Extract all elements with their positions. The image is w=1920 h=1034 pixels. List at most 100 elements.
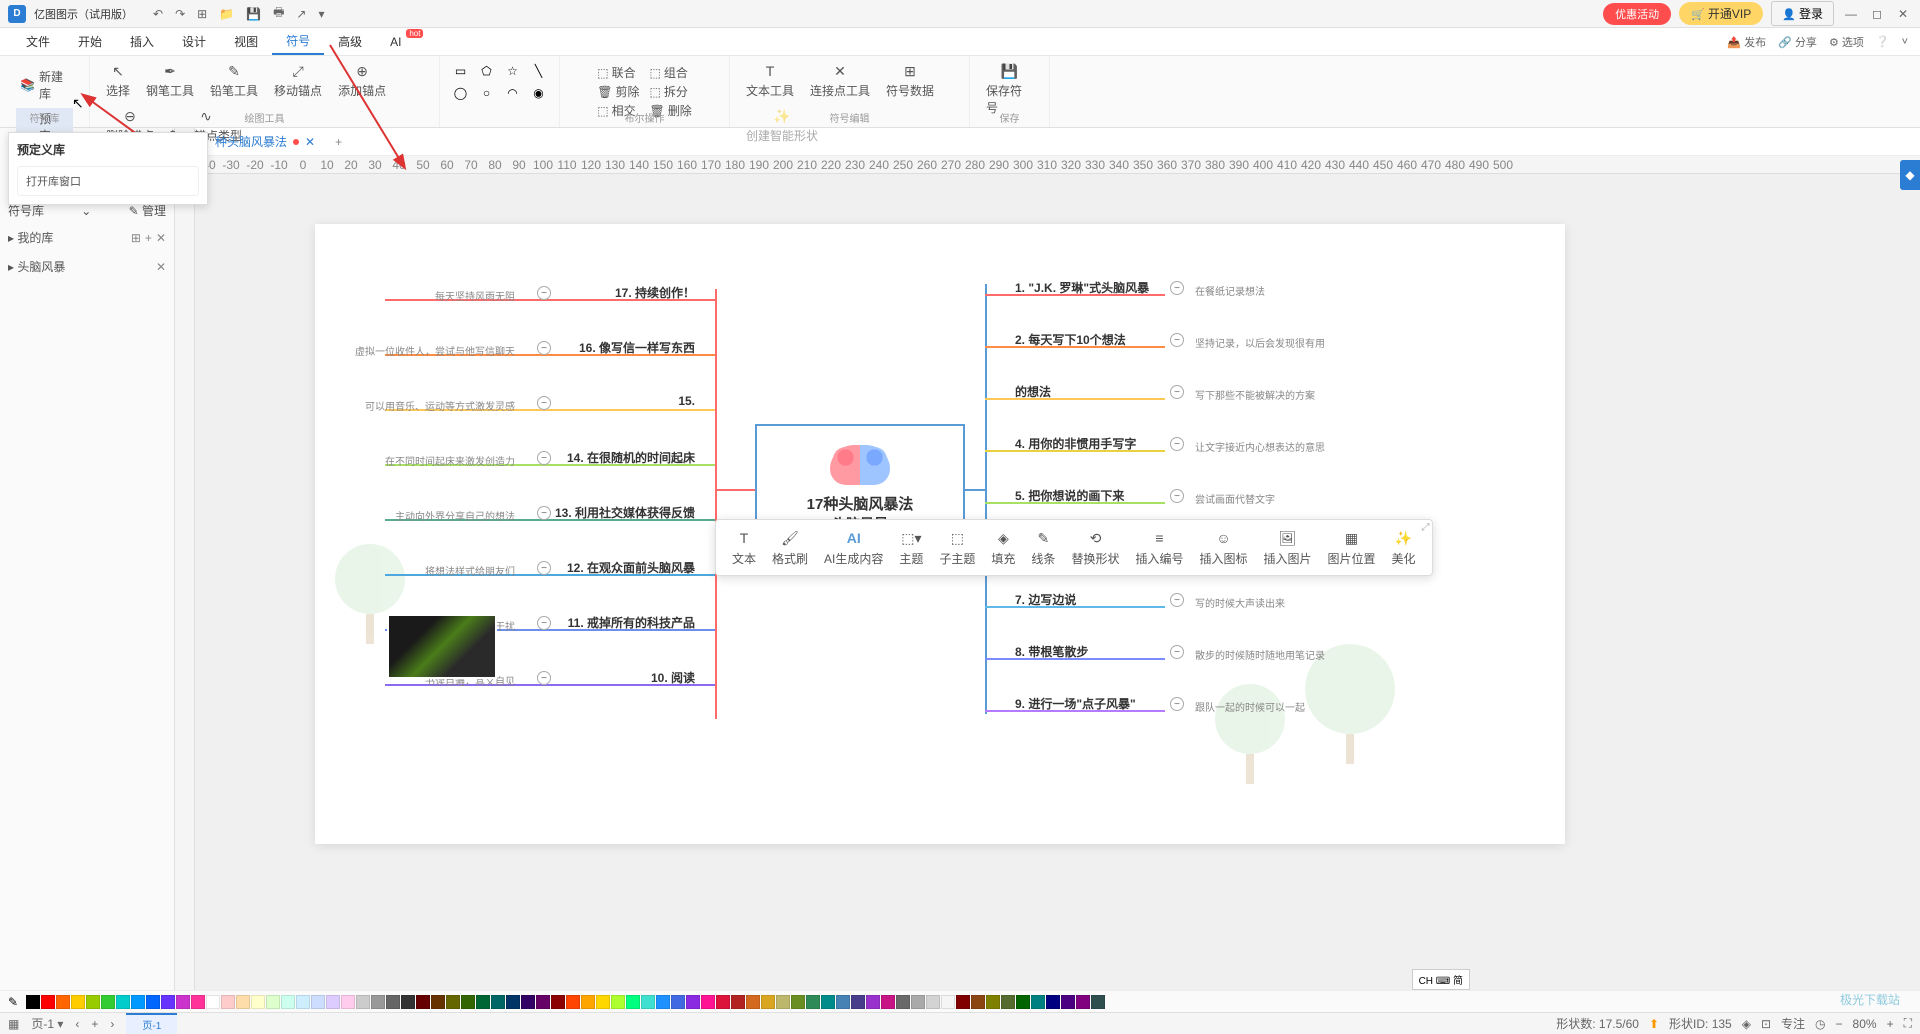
bool-combine[interactable]: ⬚ 组合	[650, 64, 692, 81]
shape-arc[interactable]: ◠	[502, 84, 524, 102]
color-swatch[interactable]	[701, 995, 715, 1009]
color-swatch[interactable]	[266, 995, 280, 1009]
lib-plus-icon[interactable]: +	[145, 231, 152, 245]
menu-start[interactable]: 开始	[64, 29, 116, 54]
color-swatch[interactable]	[1076, 995, 1090, 1009]
color-swatch[interactable]	[326, 995, 340, 1009]
ft-theme[interactable]: ⬚▾主题	[891, 524, 931, 571]
ft-subtopic[interactable]: ⬚子主题	[931, 524, 983, 571]
mindmap-node[interactable]: 15.	[678, 394, 695, 408]
collapse-icon[interactable]: −	[537, 451, 551, 465]
canvas-area[interactable]: 17种头脑风暴法 头脑风暴 17. 持续创作！−每天坚持风雨无阻16. 像写信一…	[195, 174, 1920, 990]
page-tab[interactable]: 页-1	[126, 1013, 177, 1034]
color-swatch[interactable]	[851, 995, 865, 1009]
color-swatch[interactable]	[926, 995, 940, 1009]
collapse-icon[interactable]: −	[537, 506, 551, 520]
ft-fill[interactable]: ◈填充	[983, 524, 1023, 571]
new-library-button[interactable]: 📚 新建库	[16, 66, 73, 104]
collapse-icon[interactable]: −	[1170, 645, 1184, 659]
color-swatch[interactable]	[581, 995, 595, 1009]
bool-union[interactable]: ⬚ 联合	[597, 64, 639, 81]
ft-insert-number[interactable]: ≡插入编号	[1127, 524, 1191, 571]
bool-split[interactable]: ⬚ 拆分	[650, 83, 692, 100]
mindmap-node[interactable]: 14. 在很随机的时间起床	[567, 449, 695, 466]
lib-close-icon[interactable]: ✕	[156, 231, 166, 245]
ft-image-position[interactable]: ▦图片位置	[1320, 524, 1384, 571]
zoom-out-icon[interactable]: −	[1836, 1017, 1843, 1031]
zoom-in-icon[interactable]: +	[1887, 1017, 1894, 1031]
color-swatch[interactable]	[1061, 995, 1075, 1009]
ft-format-painter[interactable]: 🖌格式刷	[764, 524, 816, 571]
collapse-icon[interactable]: −	[1170, 489, 1184, 503]
pen-tool[interactable]: ✒钢笔工具	[140, 60, 200, 101]
undo-icon[interactable]: ↶	[153, 7, 163, 21]
fullscreen-icon[interactable]: ⛶	[1904, 1016, 1912, 1031]
shape-pentagon[interactable]: ⬠	[476, 62, 498, 80]
color-swatch[interactable]	[596, 995, 610, 1009]
color-swatch[interactable]	[1001, 995, 1015, 1009]
menu-ai[interactable]: AI	[376, 31, 415, 53]
brainstorm-section[interactable]: 头脑风暴	[17, 260, 65, 274]
timer-icon[interactable]: ◷	[1815, 1017, 1825, 1031]
collapse-icon[interactable]: −	[537, 286, 551, 300]
collapse-icon[interactable]: −	[1170, 281, 1184, 295]
color-swatch[interactable]	[866, 995, 880, 1009]
close-icon[interactable]: ✕	[1894, 5, 1912, 23]
mindmap-node[interactable]: 17. 持续创作！	[615, 284, 695, 301]
mindmap-node[interactable]: 4. 用你的非惯用手写字	[1015, 435, 1136, 452]
upgrade-icon[interactable]: ⬆	[1649, 1017, 1659, 1031]
color-swatch[interactable]	[791, 995, 805, 1009]
color-swatch[interactable]	[716, 995, 730, 1009]
color-swatch[interactable]	[71, 995, 85, 1009]
lib-add-icon[interactable]: ⊞	[131, 231, 141, 245]
color-swatch[interactable]	[461, 995, 475, 1009]
color-swatch[interactable]	[386, 995, 400, 1009]
mindmap-node[interactable]: 8. 带根笔散步	[1015, 643, 1088, 660]
menu-advanced[interactable]: 高级	[324, 29, 376, 54]
redo-icon[interactable]: ↷	[175, 7, 185, 21]
prev-page-icon[interactable]: ‹	[75, 1017, 79, 1031]
color-swatch[interactable]	[131, 995, 145, 1009]
color-swatch[interactable]	[506, 995, 520, 1009]
open-icon[interactable]: 📁	[219, 7, 234, 21]
layout-icon[interactable]: ▦	[8, 1017, 19, 1031]
my-library-section[interactable]: 我的库	[17, 231, 53, 245]
color-swatch[interactable]	[281, 995, 295, 1009]
page-selector[interactable]: 页-1 ▾	[31, 1015, 63, 1032]
mindmap-node[interactable]: 5. 把你想说的画下来	[1015, 487, 1124, 504]
color-swatch[interactable]	[296, 995, 310, 1009]
color-swatch[interactable]	[941, 995, 955, 1009]
color-swatch[interactable]	[671, 995, 685, 1009]
minimize-icon[interactable]: —	[1842, 5, 1860, 23]
collapse-ribbon-icon[interactable]: ˅	[1902, 36, 1908, 48]
collapse-icon[interactable]: −	[1170, 437, 1184, 451]
mindmap-node[interactable]: 7. 边写边说	[1015, 591, 1076, 608]
collapse-icon[interactable]: −	[537, 396, 551, 410]
ft-text[interactable]: T文本	[724, 524, 764, 571]
ft-replace-shape[interactable]: ⟲替换形状	[1063, 524, 1127, 571]
color-swatch[interactable]	[26, 995, 40, 1009]
color-swatch[interactable]	[116, 995, 130, 1009]
save-icon[interactable]: 💾	[246, 7, 261, 21]
color-swatch[interactable]	[1031, 995, 1045, 1009]
color-swatch[interactable]	[401, 995, 415, 1009]
color-swatch[interactable]	[416, 995, 430, 1009]
color-swatch[interactable]	[206, 995, 220, 1009]
color-swatch[interactable]	[1046, 995, 1060, 1009]
ft-insert-image[interactable]: 🖼插入图片	[1255, 524, 1319, 571]
color-swatch[interactable]	[686, 995, 700, 1009]
color-swatch[interactable]	[101, 995, 115, 1009]
color-swatch[interactable]	[956, 995, 970, 1009]
color-swatch[interactable]	[356, 995, 370, 1009]
color-swatch[interactable]	[161, 995, 175, 1009]
menu-design[interactable]: 设计	[168, 29, 220, 54]
ft-line[interactable]: ✎线条	[1023, 524, 1063, 571]
collapse-icon[interactable]: −	[537, 671, 551, 685]
shape-star[interactable]: ☆	[502, 62, 524, 80]
select-tool[interactable]: ↖选择	[100, 60, 136, 101]
color-swatch[interactable]	[56, 995, 70, 1009]
color-swatch[interactable]	[536, 995, 550, 1009]
color-swatch[interactable]	[176, 995, 190, 1009]
collapse-icon[interactable]: −	[537, 341, 551, 355]
color-swatch[interactable]	[341, 995, 355, 1009]
